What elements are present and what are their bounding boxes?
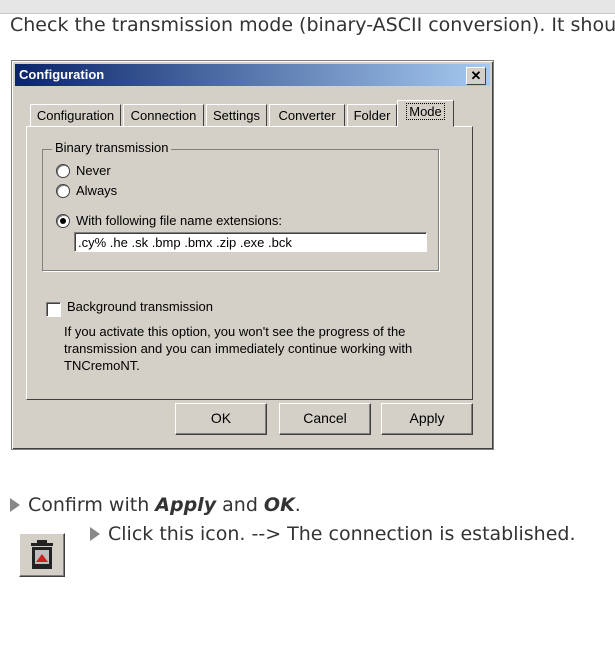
tab-label: Converter	[278, 108, 336, 123]
radio-button[interactable]	[56, 164, 70, 178]
radio-always-label: Always	[76, 183, 118, 198]
tab-label: Mode	[406, 103, 445, 120]
apply-label: Apply	[409, 410, 445, 426]
dialog-title: Configuration	[19, 67, 105, 82]
tab-label: Connection	[130, 108, 197, 123]
radio-never-label: Never	[76, 163, 111, 178]
tab-converter[interactable]: Converter	[269, 104, 345, 127]
background-transmission-checkbox[interactable]	[46, 302, 61, 317]
bullet-arrow-icon	[90, 527, 100, 541]
tab-mode[interactable]: Mode	[397, 100, 454, 127]
close-button[interactable]: ✕	[466, 67, 486, 85]
connection-icon-graphic	[31, 540, 53, 569]
radio-button-checked[interactable]	[56, 214, 70, 228]
tab-folder[interactable]: Folder	[347, 104, 397, 127]
confirm-suffix: .	[294, 494, 301, 516]
tab-configuration[interactable]: Configuration	[30, 104, 121, 127]
confirm-prefix: Confirm with	[28, 494, 156, 516]
binary-transmission-label: Binary transmission	[52, 140, 172, 155]
confirm-and: and	[216, 494, 264, 516]
cancel-button[interactable]: Cancel	[279, 403, 371, 435]
connection-icon[interactable]	[19, 533, 65, 577]
apply-button[interactable]: Apply	[381, 403, 473, 435]
ok-label: OK	[210, 410, 232, 426]
ok-button[interactable]: OK	[175, 403, 267, 435]
background-description: If you activate this option, you won't s…	[64, 324, 413, 373]
tab-settings[interactable]: Settings	[206, 104, 267, 127]
click-instruction: Click this icon. --> The connection is e…	[90, 523, 576, 545]
cancel-label: Cancel	[303, 410, 347, 426]
confirm-instruction: Confirm with Apply and OK.	[10, 494, 301, 516]
background-transmission-label: Background transmission	[67, 299, 213, 314]
tab-label: Configuration	[36, 108, 115, 123]
configuration-dialog: Configuration ✕ Configuration Connection…	[11, 60, 494, 450]
confirm-apply: Apply	[155, 494, 217, 516]
tab-label: Settings	[213, 108, 260, 123]
tab-connection[interactable]: Connection	[123, 104, 204, 127]
tab-label: Folder	[353, 108, 391, 123]
close-icon: ✕	[470, 68, 482, 83]
intro-text: Check the transmission mode (binary-ASCI…	[10, 14, 615, 36]
radio-button[interactable]	[56, 184, 70, 198]
click-text: Click this icon. --> The connection is e…	[108, 523, 576, 545]
extensions-input[interactable]: .cy% .he .sk .bmp .bmx .zip .exe .bck	[74, 232, 427, 252]
top-strip	[0, 0, 615, 14]
confirm-ok: OK	[263, 494, 295, 516]
bullet-arrow-icon	[10, 498, 20, 512]
dialog-titlebar: Configuration ✕	[15, 64, 490, 86]
radio-extensions-label: With following file name extensions:	[76, 213, 282, 228]
